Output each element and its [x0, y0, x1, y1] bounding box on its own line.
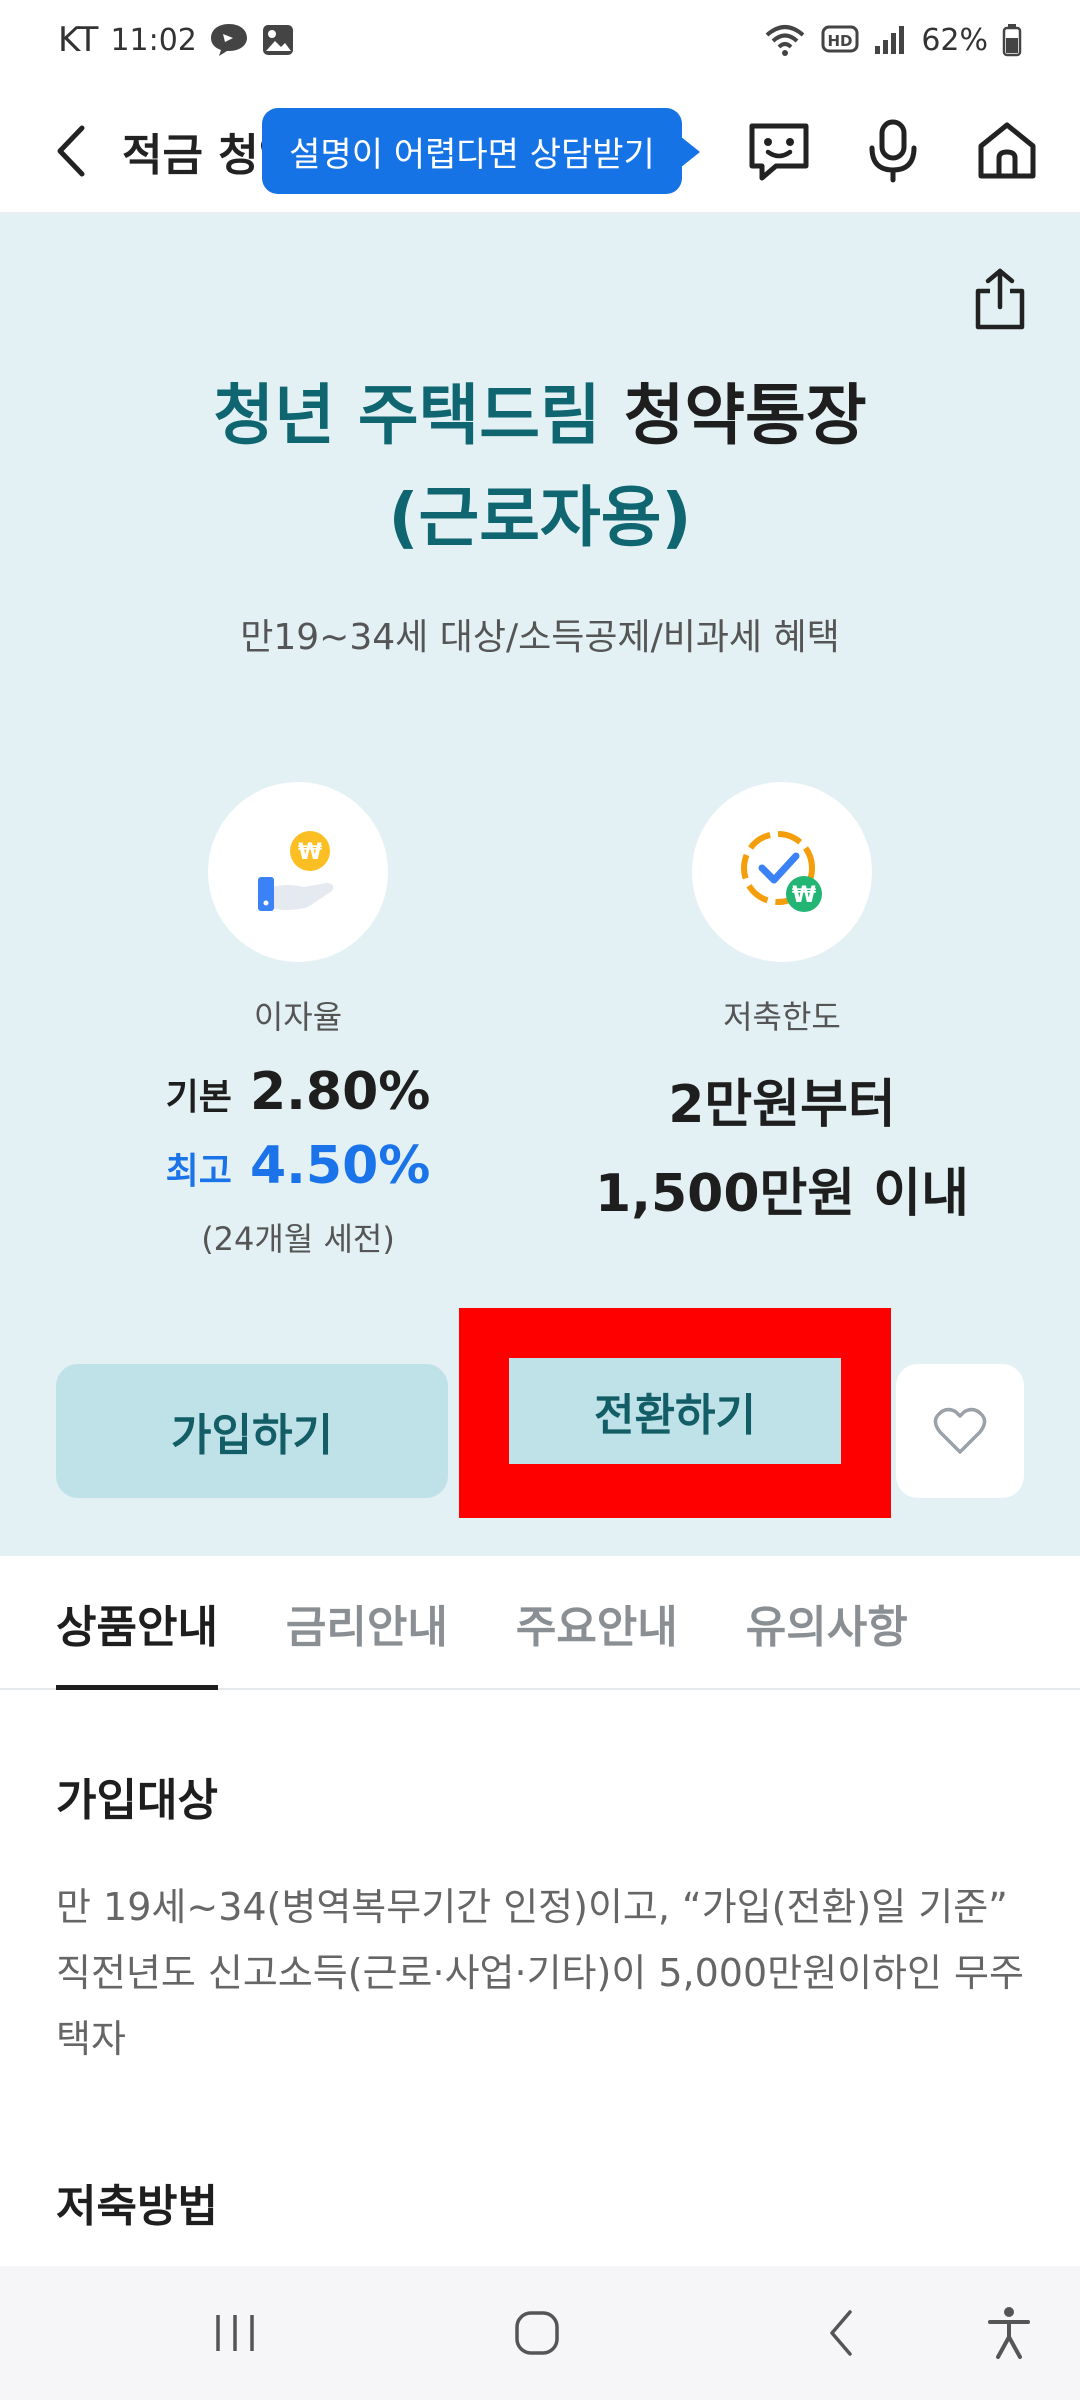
status-bar: KT 11:02 HD 62% — [0, 0, 1080, 80]
accessibility-icon — [988, 2307, 1030, 2359]
chat-bot-button[interactable] — [746, 118, 812, 184]
hd-voice-icon: HD — [821, 24, 859, 56]
signal-icon — [873, 24, 907, 56]
gallery-icon — [261, 23, 295, 57]
voice-search-button[interactable] — [860, 118, 926, 184]
savings-limit-info: ₩ 저축한도 2만원부터 1,500만원 이내 — [572, 782, 992, 1226]
home-nav-button[interactable] — [502, 2298, 572, 2368]
product-subtitle: 만19~34세 대상/소득공제/비과세 혜택 — [240, 617, 840, 658]
savings-check-icon: ₩ — [741, 831, 822, 912]
max-rate-prefix: 최고 — [165, 1151, 232, 1192]
eligibility-body: 만 19세~34(병역복무기간 인정)이고, “가입(전환)일 기준” 직전년도… — [56, 1885, 1024, 2061]
svg-text:₩: ₩ — [298, 840, 322, 865]
clock: 11:02 — [110, 22, 197, 58]
product-title-line2: (근로자용) — [388, 479, 692, 556]
recent-apps-icon — [216, 2315, 254, 2351]
back-button[interactable] — [46, 121, 96, 181]
home-circle-icon — [515, 2311, 559, 2355]
max-rate-value: 4.50% — [249, 1136, 431, 1196]
share-button[interactable] — [968, 264, 1032, 334]
savings-limit-label: 저축한도 — [723, 998, 841, 1036]
favorite-button[interactable] — [896, 1364, 1024, 1498]
battery-percent: 62% — [921, 22, 988, 58]
product-title-part1: 청년 주택드림 — [213, 377, 624, 454]
battery-icon — [1002, 23, 1022, 57]
svg-text:₩: ₩ — [792, 883, 816, 908]
limit-icon-circle: ₩ — [692, 782, 872, 962]
chat-bot-icon — [749, 123, 809, 181]
svg-text:HD: HD — [828, 32, 853, 50]
tab-cautions[interactable]: 유의사항 — [746, 1556, 908, 1690]
max-rate: 최고 4.50% — [88, 1136, 508, 1196]
heart-icon — [933, 1407, 987, 1454]
talk-bubble-icon — [209, 22, 249, 58]
system-nav-bar — [0, 2266, 1080, 2400]
savings-limit-min: 2만원부터 — [668, 1075, 896, 1135]
base-rate: 기본 2.80% — [88, 1062, 508, 1122]
tab-interest-info[interactable]: 금리안내 — [286, 1556, 448, 1690]
share-icon — [975, 268, 1025, 330]
carrier-label: KT — [58, 20, 99, 60]
tab-product-info[interactable]: 상품안내 — [56, 1556, 218, 1690]
interest-icon-circle: ₩ — [208, 782, 388, 962]
switch-button[interactable]: 전환하기 — [509, 1358, 841, 1464]
interest-rate-label: 이자율 — [253, 998, 343, 1036]
recent-apps-button[interactable] — [200, 2298, 270, 2368]
product-hero: 청년 주택드림 청약통장 (근로자용) 만19~34세 대상/소득공제/비과세 … — [0, 214, 1080, 1556]
back-arrow-icon — [57, 125, 85, 177]
join-button[interactable]: 가입하기 — [56, 1364, 448, 1498]
savings-limit-max: 1,500만원 이내 — [595, 1164, 969, 1224]
app-header: 적금 청약 설명이 어렵다면 상담받기 — [0, 90, 1080, 214]
interest-rate-info: ₩ 이자율 기본 2.80% 최고 4.50% (24개월 세전) — [88, 782, 508, 1260]
product-title: 청년 주택드림 청약통장 — [0, 362, 1080, 458]
home-button[interactable] — [974, 118, 1040, 184]
consult-tooltip[interactable]: 설명이 어렵다면 상담받기 — [262, 108, 700, 194]
tab-main-info[interactable]: 주요안내 — [516, 1556, 678, 1690]
wifi-icon — [763, 23, 807, 57]
back-chevron-icon — [830, 2310, 852, 2356]
eligibility-title: 가입대상 — [56, 1775, 218, 1826]
product-tabs: 상품안내 금리안내 주요안내 유의사항 — [0, 1556, 1080, 1690]
hand-coin-icon: ₩ — [258, 831, 334, 911]
home-icon — [978, 122, 1036, 179]
product-title-part2: 청약통장 — [623, 377, 867, 454]
rate-note: (24개월 세전) — [201, 1220, 395, 1258]
microphone-icon — [869, 119, 917, 183]
base-rate-prefix: 기본 — [165, 1077, 232, 1118]
base-rate-value: 2.80% — [249, 1062, 431, 1122]
saving-method-title: 저축방법 — [56, 2181, 218, 2232]
back-nav-button[interactable] — [806, 2298, 876, 2368]
accessibility-button[interactable] — [974, 2298, 1044, 2368]
